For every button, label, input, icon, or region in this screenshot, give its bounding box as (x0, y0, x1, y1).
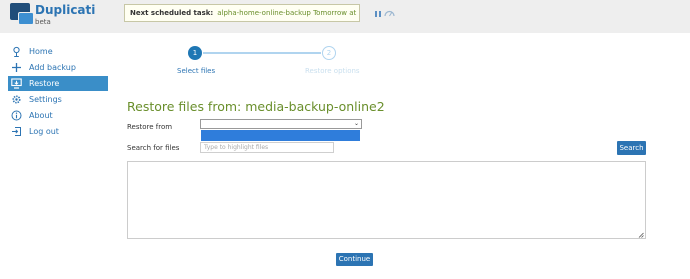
sidebar-item-home[interactable]: Home (8, 44, 108, 59)
brand-sub: beta (35, 18, 51, 26)
step-2-indicator[interactable]: 2 (322, 46, 336, 60)
duplicati-logo-icon[interactable] (10, 3, 34, 25)
page-title: Restore files from: media-backup-online2 (127, 99, 385, 114)
sidebar-item-label: About (29, 111, 53, 120)
next-task-title: Next scheduled task: (130, 9, 214, 17)
gear-icon (12, 95, 21, 104)
sidebar-item-label: Restore (29, 79, 60, 88)
sidebar-item-label: Add backup (29, 63, 76, 72)
next-task-box: Next scheduled task: alpha-home-online-ba… (124, 4, 360, 22)
step-2-label: Restore options (305, 67, 360, 75)
sidebar-item-restore[interactable]: Restore (8, 76, 108, 91)
home-icon (13, 46, 20, 57)
sidebar-item-label: Settings (29, 95, 62, 104)
file-tree-area[interactable] (127, 161, 646, 239)
brand-name[interactable]: Duplicati (35, 3, 95, 17)
restore-icon (11, 78, 22, 89)
sidebar-item-settings[interactable]: Settings (8, 92, 108, 107)
search-input[interactable] (200, 142, 334, 153)
throttle-icon[interactable] (384, 9, 395, 17)
next-task-value[interactable]: alpha-home-online-backup Tomorrow at 12:… (217, 9, 359, 17)
plus-icon (12, 63, 21, 72)
sidebar: Home Add backup Restore Settings About L… (8, 44, 108, 140)
logout-icon (12, 127, 21, 136)
top-header: Duplicati beta Next scheduled task: alpha… (0, 0, 690, 33)
restore-from-select[interactable]: ⌄ (200, 119, 362, 129)
resize-handle-icon[interactable] (638, 232, 644, 238)
search-label: Search for files (127, 144, 180, 152)
sidebar-item-about[interactable]: About (8, 108, 108, 123)
chevron-down-icon: ⌄ (353, 120, 359, 127)
continue-button[interactable]: Continue (336, 253, 373, 266)
pause-icon[interactable] (375, 11, 381, 17)
sidebar-item-label: Log out (29, 127, 59, 136)
restore-from-label: Restore from (127, 123, 173, 131)
step-1-label: Select files (177, 67, 216, 75)
search-button[interactable]: Search (617, 141, 646, 155)
step-connector (203, 52, 321, 54)
info-icon (11, 110, 22, 121)
dropdown-option-highlighted[interactable] (201, 130, 360, 141)
step-1-indicator[interactable]: 1 (188, 46, 202, 60)
sidebar-item-add-backup[interactable]: Add backup (8, 60, 108, 75)
sidebar-item-label: Home (29, 47, 53, 56)
sidebar-item-logout[interactable]: Log out (8, 124, 108, 139)
